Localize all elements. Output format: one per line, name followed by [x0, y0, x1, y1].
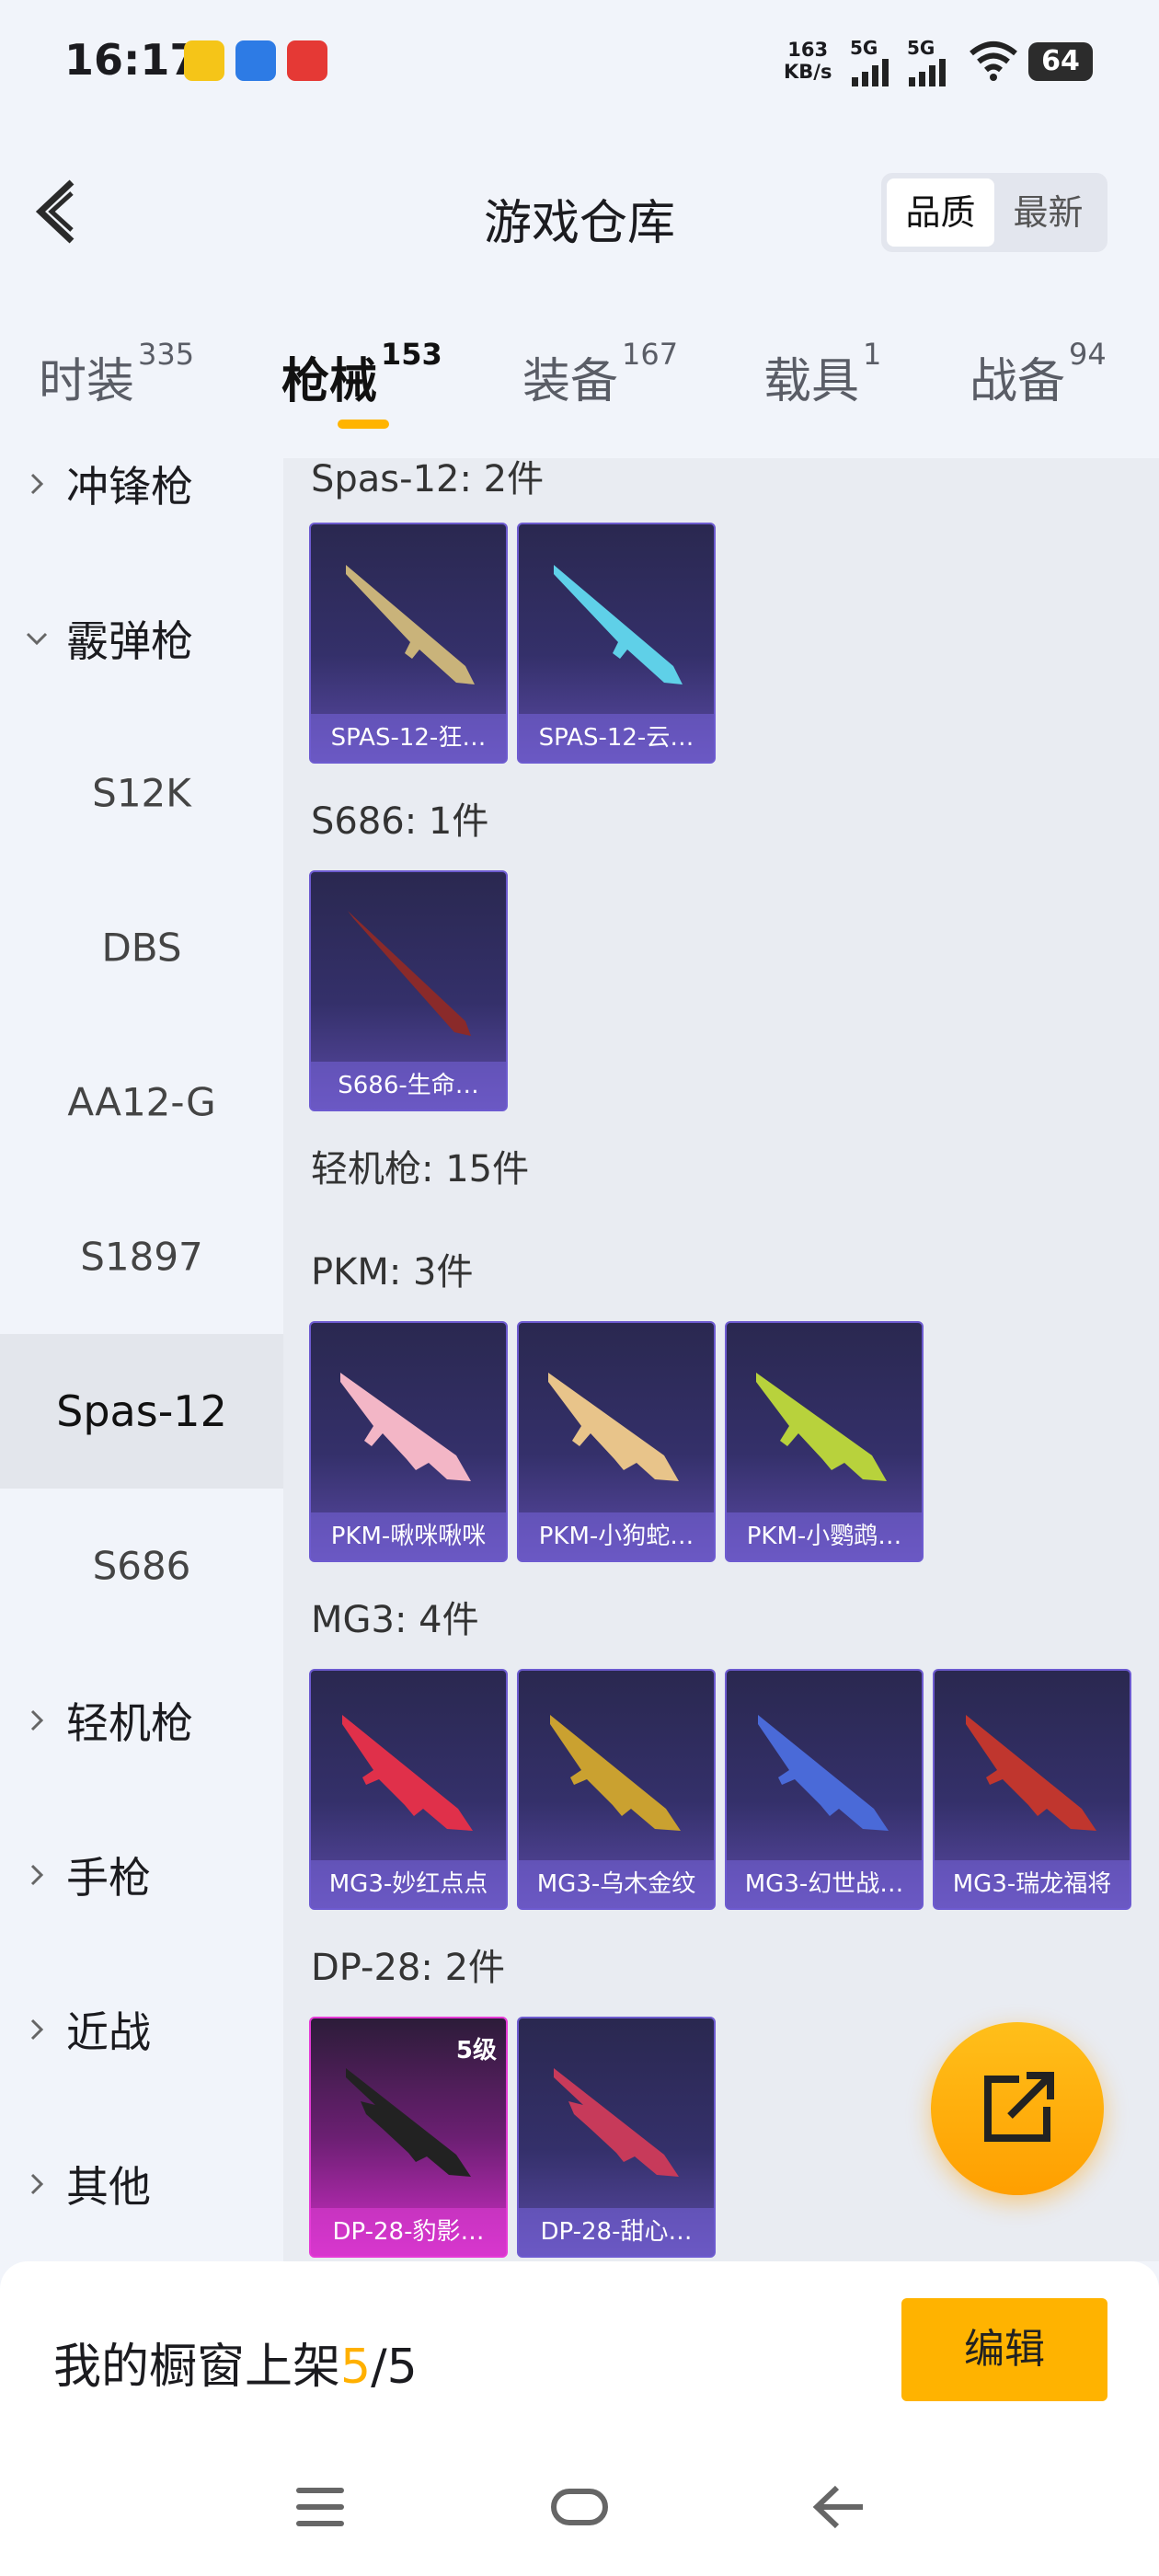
item-card[interactable]: MG3-瑞龙福将: [933, 1669, 1131, 1910]
item-card[interactable]: PKM-啾咪啾咪: [309, 1321, 508, 1562]
signal-icon: 5G: [850, 39, 894, 90]
machine-gun-icon: [966, 1715, 1096, 1831]
chevron-right-icon: [30, 1709, 44, 1731]
item-card[interactable]: MG3-妙红点点: [309, 1669, 508, 1910]
chevron-right-icon: [30, 2018, 44, 2041]
item-name: MG3-乌木金纹: [519, 1860, 714, 1908]
sidebar-item-melee[interactable]: 近战: [0, 1952, 283, 2107]
sidebar-item-s686[interactable]: S686: [0, 1489, 283, 1643]
machine-gun-icon: [548, 1373, 679, 1481]
shotgun-icon: [348, 911, 471, 1036]
sort-quality-button[interactable]: 品质: [887, 178, 994, 247]
machine-gun-icon: [758, 1715, 889, 1831]
item-grid: Spas-12: 2件 SPAS-12-狂… SPAS-12-云… S686: …: [283, 458, 1159, 2261]
edit-button[interactable]: 编辑: [901, 2298, 1107, 2401]
sort-toggle: 品质 最新: [881, 173, 1107, 252]
machine-gun-icon: [554, 2068, 679, 2177]
sidebar-item-pistol[interactable]: 手枪: [0, 1798, 283, 1952]
machine-gun-icon: [756, 1373, 887, 1481]
machine-gun-icon: [342, 1715, 473, 1831]
machine-gun-icon: [346, 2068, 471, 2177]
item-name: MG3-瑞龙福将: [935, 1860, 1130, 1908]
sidebar-item-aa12g[interactable]: AA12-G: [0, 1025, 283, 1179]
chevron-right-icon: [30, 2173, 44, 2195]
sidebar-item-s1897[interactable]: S1897: [0, 1179, 283, 1334]
tab-gear[interactable]: 战备 94: [970, 337, 1107, 411]
share-button[interactable]: [931, 2022, 1104, 2195]
item-card[interactable]: MG3-乌木金纹: [517, 1669, 716, 1910]
item-card[interactable]: DP-28-甜心…: [517, 2017, 716, 2258]
active-tab-indicator: [338, 420, 389, 429]
machine-gun-icon: [340, 1373, 471, 1481]
menu-nav-icon[interactable]: [293, 2482, 348, 2532]
group-title: MG3: 4件: [311, 1599, 479, 1641]
machine-gun-icon: [550, 1715, 681, 1831]
item-card[interactable]: PKM-小鹦鹉…: [725, 1321, 924, 1562]
battery-indicator: 64: [1028, 42, 1093, 81]
sidebar-item-spas12[interactable]: Spas-12: [0, 1334, 283, 1489]
shotgun-icon: [346, 565, 475, 684]
net-speed: 163 KB/s: [784, 39, 832, 83]
item-card[interactable]: S686-生命…: [309, 870, 508, 1111]
tab-vehicles[interactable]: 载具 1: [763, 337, 881, 411]
external-share-icon: [984, 2072, 1054, 2142]
category-sidebar: 冲锋枪 霰弹枪 S12K DBS AA12-G S1897 Spas-12 S6…: [0, 458, 283, 2261]
item-card[interactable]: SPAS-12-云…: [517, 523, 716, 764]
group-title: PKM: 3件: [311, 1251, 474, 1294]
item-name: S686-生命…: [311, 1062, 506, 1110]
tab-guns[interactable]: 枪械 153: [281, 337, 442, 411]
item-name: SPAS-12-云…: [519, 714, 714, 762]
sidebar-item-smg[interactable]: 冲锋枪: [0, 407, 283, 561]
app-notification-icon: [287, 40, 327, 81]
item-card[interactable]: PKM-小狗蛇…: [517, 1321, 716, 1562]
chevron-right-icon: [30, 1864, 44, 1886]
item-card[interactable]: 5级 DP-28-豹影…: [309, 2017, 508, 2258]
shelf-status: 我的橱窗上架5/5: [53, 2340, 418, 2395]
item-name: PKM-啾咪啾咪: [311, 1512, 506, 1560]
tab-fashion[interactable]: 时装 335: [39, 337, 194, 411]
item-name: DP-28-甜心…: [519, 2208, 714, 2256]
item-name: DP-28-豹影…: [311, 2208, 506, 2256]
sidebar-item-shotgun[interactable]: 霰弹枪: [0, 561, 283, 716]
item-name: MG3-妙红点点: [311, 1860, 506, 1908]
sidebar-item-dbs[interactable]: DBS: [0, 870, 283, 1025]
item-card[interactable]: MG3-幻世战…: [725, 1669, 924, 1910]
group-title: Spas-12: 2件: [311, 458, 545, 500]
back-nav-icon[interactable]: [809, 2482, 868, 2532]
sidebar-item-lmg[interactable]: 轻机枪: [0, 1643, 283, 1798]
status-bar: 16:17 163 KB/s 5G 5G 64: [0, 0, 1159, 129]
tab-equipment[interactable]: 装备 167: [522, 337, 678, 411]
home-nav-icon[interactable]: [550, 2482, 609, 2532]
signal-icon: 5G: [907, 39, 951, 90]
status-time: 16:17: [64, 35, 200, 85]
chevron-down-icon: [26, 632, 48, 646]
shotgun-icon: [554, 565, 683, 684]
group-title: 轻机枪: 15件: [311, 1148, 530, 1190]
chevron-right-icon: [30, 473, 44, 495]
item-name: PKM-小狗蛇…: [519, 1512, 714, 1560]
wifi-icon: [970, 41, 1017, 81]
item-name: SPAS-12-狂…: [311, 714, 506, 762]
sort-newest-button[interactable]: 最新: [994, 178, 1102, 247]
item-name: MG3-幻世战…: [727, 1860, 922, 1908]
sidebar-item-s12k[interactable]: S12K: [0, 716, 283, 870]
app-notification-icon: [235, 40, 276, 81]
item-name: PKM-小鹦鹉…: [727, 1512, 922, 1560]
item-card[interactable]: SPAS-12-狂…: [309, 523, 508, 764]
group-title: DP-28: 2件: [311, 1947, 506, 1989]
group-title: S686: 1件: [311, 800, 489, 843]
app-notification-icon: [184, 40, 224, 81]
sidebar-item-other[interactable]: 其他: [0, 2107, 283, 2261]
